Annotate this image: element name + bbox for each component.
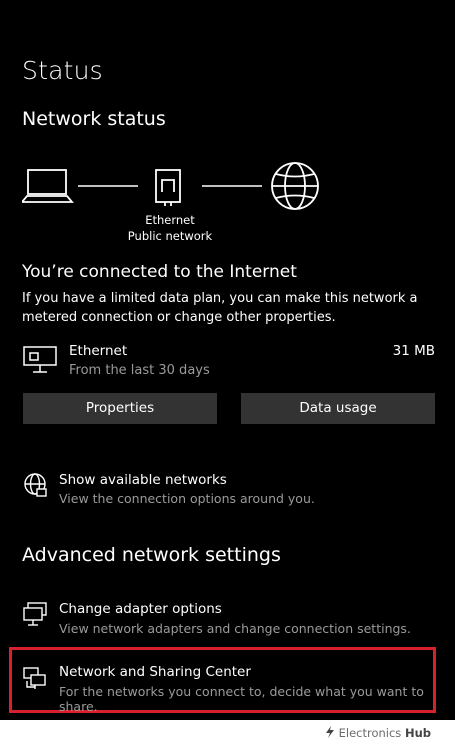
- adapter-icon: [23, 602, 47, 626]
- sharing-center-icon: [23, 667, 46, 689]
- show-networks-link[interactable]: Show available networks View the connect…: [20, 468, 320, 510]
- globe-icon: [271, 162, 319, 210]
- properties-button[interactable]: Properties: [23, 393, 217, 424]
- laptop-icon: [22, 169, 74, 203]
- connection-description: If you have a limited data plan, you can…: [22, 291, 418, 325]
- network-status-heading: Network status: [22, 108, 166, 130]
- connection-status-title: You’re connected to the Internet: [22, 262, 297, 282]
- advanced-settings-heading: Advanced network settings: [22, 544, 281, 566]
- ethernet-port-icon: [155, 169, 181, 206]
- show-networks-title: Show available networks: [59, 472, 227, 488]
- adapter-period: From the last 30 days: [69, 363, 210, 378]
- data-usage-button[interactable]: Data usage: [241, 393, 435, 424]
- diagram-network-profile: Public network: [127, 229, 213, 243]
- data-usage-amount: 31 MB: [392, 343, 435, 359]
- watermark-logo: Electronics Hub: [325, 726, 431, 740]
- ethernet-icon: [23, 346, 57, 373]
- sharing-center-title: Network and Sharing Center: [59, 664, 251, 680]
- change-adapter-subtitle: View network adapters and change connect…: [59, 621, 411, 636]
- watermark-bolt-icon: [325, 726, 334, 738]
- globe-network-icon: [24, 473, 47, 497]
- show-networks-subtitle: View the connection options around you.: [59, 491, 315, 506]
- page-title: Status: [22, 56, 103, 85]
- change-adapter-title: Change adapter options: [59, 601, 222, 617]
- watermark-brand-b: Hub: [404, 726, 431, 740]
- change-adapter-options-link[interactable]: Change adapter options View network adap…: [20, 597, 420, 639]
- adapter-name: Ethernet: [69, 343, 128, 359]
- network-sharing-center-link[interactable]: Network and Sharing Center For the netwo…: [20, 659, 432, 714]
- sharing-center-subtitle: For the networks you connect to, decide …: [59, 684, 424, 714]
- watermark-brand-a: Electronics: [338, 726, 402, 740]
- network-diagram-graphic: [22, 162, 319, 210]
- diagram-network-type: Ethernet: [145, 213, 195, 227]
- network-diagram: Ethernet Public network: [22, 162, 322, 248]
